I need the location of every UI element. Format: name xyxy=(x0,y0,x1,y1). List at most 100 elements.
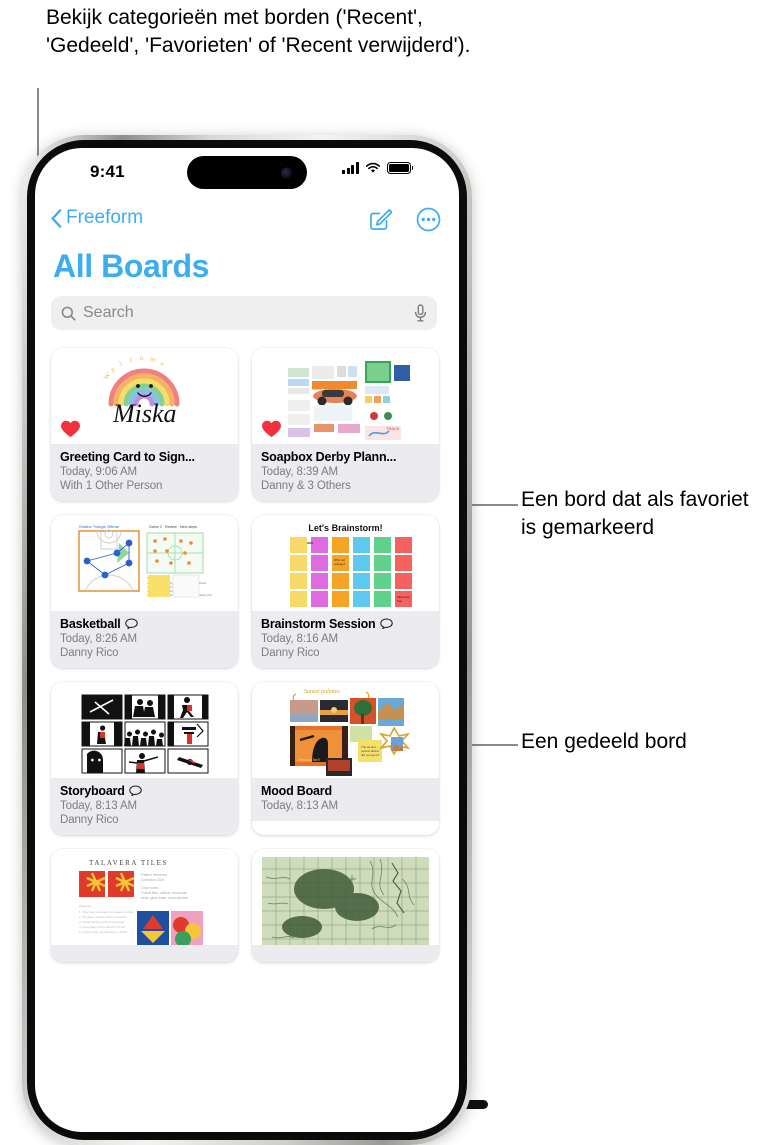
board-card[interactable] xyxy=(252,849,439,962)
board-participants: Danny Rico xyxy=(261,647,320,659)
svg-text:Color notes: Color notes xyxy=(141,886,159,890)
board-card[interactable]: TRACK Soapbox Derby Plann... Today, 8:39… xyxy=(252,348,439,501)
basketball-diagram-thumb: Relative Triangle Offense Game 2 · Revie… xyxy=(78,525,212,598)
svg-text:Miska: Miska xyxy=(112,399,177,428)
board-card-footer: Soapbox Derby Plann... Today, 8:39 AM Da… xyxy=(252,444,439,501)
more-options-icon[interactable] xyxy=(416,207,441,232)
compose-new-board-icon[interactable] xyxy=(369,208,392,231)
wifi-icon xyxy=(365,162,381,174)
board-thumbnail: TALAVERA TILES Pattern reference Collect… xyxy=(51,849,238,945)
svg-text:l: l xyxy=(118,360,124,368)
device-screen: 9:41 Freeform All Boards Search W e l c … xyxy=(35,148,459,1132)
board-card[interactable]: Relative Triangle Offense Game 2 · Revie… xyxy=(51,515,238,668)
svg-text:1. Clay body pressed into squa: 1. Clay body pressed into square moulds xyxy=(79,910,134,914)
board-card-footer: Mood Board Today, 8:13 AM xyxy=(252,778,439,821)
svg-text:free: free xyxy=(397,599,403,603)
svg-text:did you get it?: did you get it? xyxy=(361,753,380,757)
board-card-footer: Greeting Card to Sign... Today, 9:06 AM … xyxy=(51,444,238,501)
svg-text:white glaze base, hand painted: white glaze base, hand painted xyxy=(141,896,188,900)
battery-full-icon xyxy=(387,162,414,174)
shared-board-icon xyxy=(379,618,393,630)
shared-board-icon xyxy=(124,618,138,630)
board-card-footer: Brainstorm Session Today, 8:16 AM Danny … xyxy=(252,611,439,668)
svg-text:3. Cobalt outline painted free: 3. Cobalt outline painted freehand xyxy=(79,920,124,924)
board-timestamp: Today, 8:13 AM xyxy=(60,800,138,812)
navigation-bar: Freeform xyxy=(35,200,459,248)
svg-text:e: e xyxy=(109,365,117,373)
talavera-tiles-thumb: TALAVERA TILES Pattern reference Collect… xyxy=(79,859,203,945)
svg-text:2. Tin glaze applied, dried ov: 2. Tin glaze applied, dried overnight xyxy=(79,915,127,919)
board-timestamp: Today, 8:39 AM xyxy=(261,466,339,478)
back-button[interactable]: Freeform xyxy=(51,207,143,229)
board-thumbnail xyxy=(51,682,238,778)
board-timestamp: Today, 8:13 AM xyxy=(261,800,339,812)
iphone-device-frame: 9:41 Freeform All Boards Search W e l c … xyxy=(22,135,472,1145)
board-thumbnail: Let's Brainstorm! Why not orange? Ideas … xyxy=(252,515,439,611)
front-camera-icon xyxy=(281,167,292,178)
search-placeholder: Search xyxy=(83,304,134,321)
favorite-heart-icon xyxy=(262,420,281,439)
svg-text:Materials: Materials xyxy=(79,904,92,908)
svg-text:W: W xyxy=(102,371,113,381)
boards-grid: W e l c o m e Miska Greeting Card to Sig… xyxy=(51,348,439,962)
board-title: Basketball xyxy=(60,617,229,631)
svg-text:Game 2 · Review · Next steps: Game 2 · Review · Next steps xyxy=(149,525,197,529)
board-title: Brainstorm Session xyxy=(261,617,430,631)
board-card-footer xyxy=(252,945,439,962)
board-participants: With 1 Other Person xyxy=(60,480,163,492)
navigation-bar-actions xyxy=(369,207,441,232)
board-thumbnail: TRACK xyxy=(252,348,439,444)
search-input[interactable]: Search xyxy=(51,296,437,330)
svg-text:o: o xyxy=(140,354,145,362)
svg-text:Cobalt blue, saffron, terracot: Cobalt blue, saffron, terracotta, xyxy=(141,891,188,895)
brainstorm-heading: Let's Brainstorm! xyxy=(308,523,382,533)
board-thumbnail: Relative Triangle Offense Game 2 · Revie… xyxy=(51,515,238,611)
board-title: Soapbox Derby Plann... xyxy=(261,450,397,464)
talavera-heading: TALAVERA TILES xyxy=(89,859,168,867)
favorite-heart-icon xyxy=(61,420,80,439)
topographic-map-thumb xyxy=(262,857,429,945)
board-card[interactable]: Sunset palettes film jazz bird The sienn… xyxy=(252,682,439,835)
svg-text:Relative Triangle Offense: Relative Triangle Offense xyxy=(79,525,119,529)
microphone-icon[interactable] xyxy=(414,304,427,322)
status-bar-time: 9:41 xyxy=(90,162,125,181)
status-bar: 9:41 xyxy=(35,148,459,200)
board-thumbnail xyxy=(252,849,439,945)
shared-board-icon xyxy=(128,785,142,797)
board-thumbnail: W e l c o m e Miska xyxy=(51,348,238,444)
svg-text:orange?: orange? xyxy=(334,562,345,566)
board-participants: Danny Rico xyxy=(60,647,119,659)
svg-text:TRACK: TRACK xyxy=(386,426,400,431)
board-timestamp: Today, 9:06 AM xyxy=(60,466,138,478)
board-card[interactable]: TALAVERA TILES Pattern reference Collect… xyxy=(51,849,238,962)
board-participants: Danny & 3 Others xyxy=(261,480,351,492)
svg-text:film jazz bird: film jazz bird xyxy=(298,757,320,762)
board-card-footer: Basketball Today, 8:26 AM Danny Rico xyxy=(51,611,238,668)
mood-board-photos-thumb: Sunset palettes film jazz bird The sienn… xyxy=(290,689,411,776)
storyboard-sketches-thumb xyxy=(81,694,209,774)
svg-text:c: c xyxy=(128,355,133,364)
status-bar-indicators xyxy=(342,162,414,174)
svg-text:m: m xyxy=(150,355,157,364)
board-title: Mood Board xyxy=(261,784,332,798)
brainstorm-sticky-notes-thumb: Let's Brainstorm! Why not orange? Ideas … xyxy=(290,523,412,607)
svg-text:Pattern reference: Pattern reference xyxy=(141,873,167,877)
cellular-bars-icon xyxy=(342,162,359,174)
board-card[interactable]: W e l c o m e Miska Greeting Card to Sig… xyxy=(51,348,238,501)
board-title: Greeting Card to Sign... xyxy=(60,450,195,464)
callout-favorite-board: Een bord dat als favoriet is gemarkeerd xyxy=(521,488,749,539)
svg-text:5. Fired at high temperature t: 5. Fired at high temperature to finish xyxy=(79,930,128,934)
dynamic-island xyxy=(187,156,307,189)
board-card[interactable]: Let's Brainstorm! Why not orange? Ideas … xyxy=(252,515,439,668)
board-card-footer: Storyboard Today, 8:13 AM Danny Rico xyxy=(51,778,238,835)
board-card[interactable]: Storyboard Today, 8:13 AM Danny Rico xyxy=(51,682,238,835)
mood-heading: Sunset palettes xyxy=(304,689,340,695)
board-timestamp: Today, 8:16 AM xyxy=(261,633,339,645)
svg-text:e: e xyxy=(159,360,165,369)
back-button-label: Freeform xyxy=(66,207,144,228)
board-participants: Danny Rico xyxy=(60,814,119,826)
svg-text:Collection 2024: Collection 2024 xyxy=(141,878,164,882)
callout-categories: Bekijk categorieën met borden ('Recent',… xyxy=(46,6,471,57)
callout-shared-board: Een gedeeld bord xyxy=(521,730,687,753)
page-title: All Boards xyxy=(53,248,210,284)
